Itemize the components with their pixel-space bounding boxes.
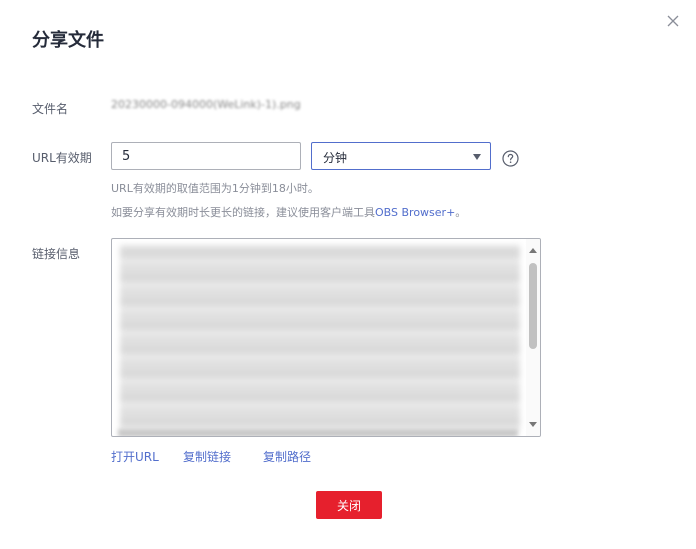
url-validity-input[interactable] — [111, 142, 301, 170]
link-info-content-redacted — [120, 245, 520, 431]
filename-label: 文件名 — [32, 102, 69, 116]
url-validity-label: URL有效期 — [32, 151, 92, 165]
close-icon[interactable] — [664, 12, 682, 30]
scroll-down-arrow-icon[interactable] — [529, 422, 537, 427]
share-file-dialog: 分享文件 文件名 20230000-094000(WeLink)-1).png … — [0, 0, 696, 549]
client-tool-hint: 如要分享有效期时长更长的链接，建议使用客户端工具OBS Browser+。 — [111, 204, 466, 220]
caret-down-icon — [473, 154, 481, 160]
link-info-line-redacted — [118, 429, 518, 436]
client-tool-hint-prefix: 如要分享有效期时长更长的链接，建议使用客户端工具 — [111, 206, 375, 219]
dialog-title: 分享文件 — [32, 30, 104, 51]
copy-link-link[interactable]: 复制链接 — [183, 448, 231, 465]
scroll-thumb[interactable] — [529, 263, 537, 349]
question-circle-icon[interactable] — [502, 150, 519, 167]
validity-range-hint: URL有效期的取值范围为1分钟到18小时。 — [111, 182, 319, 195]
textarea-scrollbar[interactable] — [526, 239, 540, 436]
time-unit-select[interactable]: 分钟 — [311, 142, 491, 170]
copy-path-link[interactable]: 复制路径 — [263, 448, 311, 465]
open-url-link[interactable]: 打开URL — [111, 448, 159, 465]
obs-browser-link[interactable]: OBS Browser+ — [375, 206, 455, 219]
time-unit-selected: 分钟 — [323, 151, 348, 165]
link-info-textarea[interactable] — [111, 238, 541, 437]
scroll-up-arrow-icon[interactable] — [529, 248, 537, 253]
link-info-label: 链接信息 — [32, 247, 81, 261]
filename-value: 20230000-094000(WeLink)-1).png — [111, 98, 301, 111]
close-button[interactable]: 关闭 — [316, 491, 382, 519]
client-tool-hint-suffix: 。 — [455, 206, 467, 219]
